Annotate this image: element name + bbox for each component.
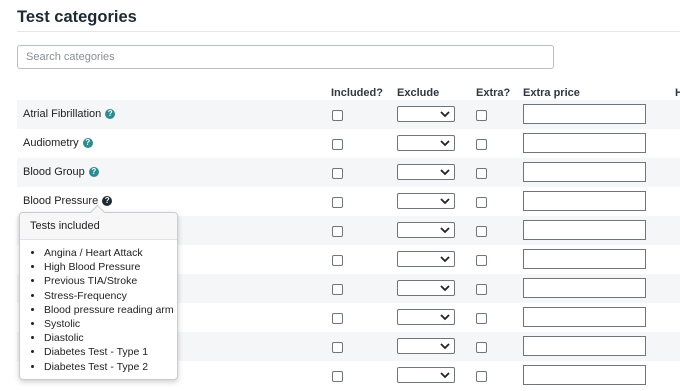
- header-extra: Extra?: [476, 87, 511, 99]
- list-item: Angina / Heart Attack: [44, 246, 177, 260]
- table-row: Audiometry?: [17, 129, 680, 158]
- exclude-select[interactable]: [397, 280, 455, 296]
- title-divider: [17, 31, 680, 32]
- extra-price-input[interactable]: [523, 133, 646, 153]
- list-item: Diabetes Test - Type 2: [44, 360, 177, 374]
- exclude-select[interactable]: [397, 193, 455, 209]
- included-checkbox[interactable]: [332, 197, 343, 208]
- extra-price-input[interactable]: [523, 104, 646, 124]
- extra-checkbox[interactable]: [476, 110, 487, 121]
- extra-price-input[interactable]: [523, 307, 646, 327]
- included-checkbox[interactable]: [332, 255, 343, 266]
- extra-price-input[interactable]: [523, 220, 646, 240]
- table-row: Atrial Fibrillation?: [17, 100, 680, 129]
- table-row: Blood Group?: [17, 158, 680, 187]
- extra-checkbox[interactable]: [476, 197, 487, 208]
- extra-price-input[interactable]: [523, 191, 646, 211]
- extra-checkbox[interactable]: [476, 168, 487, 179]
- extra-price-input[interactable]: [523, 162, 646, 182]
- list-item: Previous TIA/Stroke: [44, 274, 177, 288]
- tests-list: Angina / Heart Attack High Blood Pressur…: [20, 240, 177, 374]
- extra-checkbox[interactable]: [476, 255, 487, 266]
- chevron-down-icon: [440, 227, 450, 234]
- chevron-down-icon: [440, 285, 450, 292]
- exclude-select[interactable]: [397, 164, 455, 180]
- question-circle-icon[interactable]: ?: [105, 109, 116, 119]
- extra-checkbox[interactable]: [476, 371, 487, 382]
- chevron-down-icon: [440, 198, 450, 205]
- header-truncated: H: [675, 87, 680, 99]
- list-item: Diabetes Test - Type 1: [44, 345, 177, 359]
- exclude-select[interactable]: [397, 367, 455, 383]
- included-checkbox[interactable]: [332, 284, 343, 295]
- category-label: Audiometry?: [23, 129, 93, 158]
- header-exclude: Exclude: [397, 87, 440, 99]
- extra-price-input[interactable]: [523, 249, 646, 269]
- included-checkbox[interactable]: [332, 110, 343, 121]
- extra-price-input[interactable]: [523, 365, 646, 385]
- popover-title: Tests included: [20, 213, 177, 240]
- tests-included-popover: Tests included Angina / Heart Attack Hig…: [19, 204, 178, 380]
- included-checkbox[interactable]: [332, 139, 343, 150]
- extra-checkbox[interactable]: [476, 284, 487, 295]
- chevron-down-icon: [440, 140, 450, 147]
- chevron-down-icon: [440, 343, 450, 350]
- exclude-select[interactable]: [397, 135, 455, 151]
- exclude-select[interactable]: [397, 106, 455, 122]
- extra-price-input[interactable]: [523, 336, 646, 356]
- included-checkbox[interactable]: [332, 168, 343, 179]
- header-extra-price: Extra price: [523, 87, 580, 99]
- exclude-select[interactable]: [397, 338, 455, 354]
- category-label: Atrial Fibrillation?: [23, 100, 116, 129]
- question-circle-icon[interactable]: ?: [102, 196, 113, 206]
- extra-checkbox[interactable]: [476, 139, 487, 150]
- chevron-down-icon: [440, 256, 450, 263]
- included-checkbox[interactable]: [332, 371, 343, 382]
- question-circle-icon[interactable]: ?: [82, 138, 93, 148]
- exclude-select[interactable]: [397, 222, 455, 238]
- question-circle-icon[interactable]: ?: [88, 167, 99, 177]
- page-title: Test categories: [17, 8, 137, 26]
- exclude-select[interactable]: [397, 251, 455, 267]
- exclude-select[interactable]: [397, 309, 455, 325]
- included-checkbox[interactable]: [332, 342, 343, 353]
- chevron-down-icon: [440, 111, 450, 118]
- extra-checkbox[interactable]: [476, 226, 487, 237]
- list-item: Systolic: [44, 317, 177, 331]
- list-item: Blood pressure reading arm: [44, 303, 177, 317]
- category-label: Blood Group?: [23, 158, 99, 187]
- chevron-down-icon: [440, 169, 450, 176]
- search-input[interactable]: [17, 45, 554, 69]
- extra-price-input[interactable]: [523, 278, 646, 298]
- extra-checkbox[interactable]: [476, 342, 487, 353]
- header-included: Included?: [331, 87, 383, 99]
- list-item: High Blood Pressure: [44, 260, 177, 274]
- included-checkbox[interactable]: [332, 226, 343, 237]
- chevron-down-icon: [440, 372, 450, 379]
- list-item: Stress-Frequency: [44, 289, 177, 303]
- extra-checkbox[interactable]: [476, 313, 487, 324]
- list-item: Diastolic: [44, 331, 177, 345]
- chevron-down-icon: [440, 314, 450, 321]
- included-checkbox[interactable]: [332, 313, 343, 324]
